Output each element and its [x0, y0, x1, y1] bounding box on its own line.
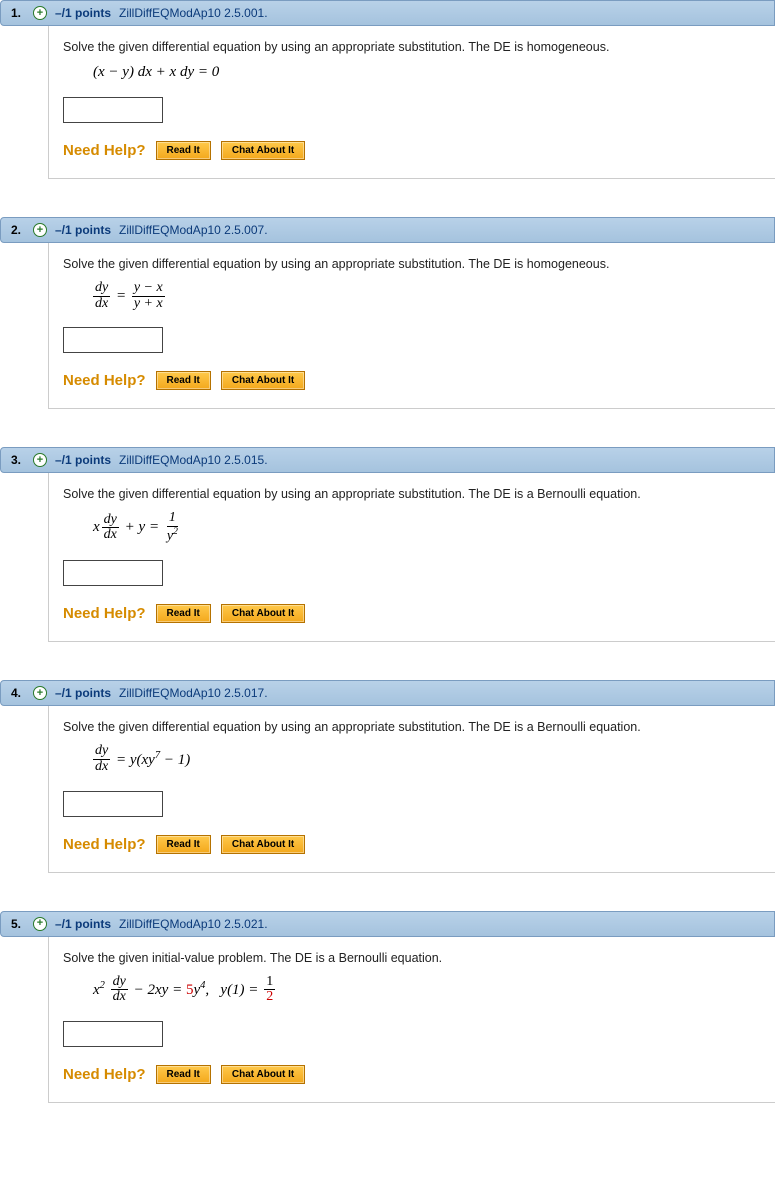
equation: xdydx + y = 1y2	[93, 511, 765, 544]
chat-about-it-button[interactable]: Chat About It	[221, 604, 305, 623]
question-prompt: Solve the given differential equation by…	[63, 487, 765, 501]
need-help-label: Need Help?	[63, 836, 146, 853]
answer-input[interactable]	[63, 97, 163, 123]
help-row: Need Help? Read It Chat About It	[63, 835, 765, 854]
question-number: 4.	[11, 686, 25, 700]
read-it-button[interactable]: Read It	[156, 371, 211, 390]
question-body: Solve the given differential equation by…	[48, 26, 775, 179]
equation: dydx = y(xy7 − 1)	[93, 744, 765, 774]
equation: x2 dydx − 2xy = 5y4, y(1) = 12	[93, 975, 765, 1005]
chat-about-it-button[interactable]: Chat About It	[221, 835, 305, 854]
question-number: 2.	[11, 223, 25, 237]
question-block: 1. + –/1 points ZillDiffEQModAp10 2.5.001. S…	[0, 0, 775, 179]
read-it-button[interactable]: Read It	[156, 141, 211, 160]
question-prompt: Solve the given initial-value problem. T…	[63, 951, 765, 965]
question-prompt: Solve the given differential equation by…	[63, 40, 765, 54]
question-header: 1. + –/1 points ZillDiffEQModAp10 2.5.001.	[0, 0, 775, 26]
equation: dydx = y − xy + x	[93, 281, 765, 311]
chat-about-it-button[interactable]: Chat About It	[221, 371, 305, 390]
question-body: Solve the given differential equation by…	[48, 706, 775, 872]
chat-about-it-button[interactable]: Chat About It	[221, 1065, 305, 1084]
read-it-button[interactable]: Read It	[156, 1065, 211, 1084]
need-help-label: Need Help?	[63, 372, 146, 389]
expand-icon[interactable]: +	[33, 686, 47, 700]
help-row: Need Help? Read It Chat About It	[63, 604, 765, 623]
chat-about-it-button[interactable]: Chat About It	[221, 141, 305, 160]
help-row: Need Help? Read It Chat About It	[63, 141, 765, 160]
expand-icon[interactable]: +	[33, 6, 47, 20]
read-it-button[interactable]: Read It	[156, 604, 211, 623]
points-label: –/1 points	[55, 453, 111, 467]
source-label: ZillDiffEQModAp10 2.5.021.	[119, 917, 268, 931]
question-body: Solve the given differential equation by…	[48, 473, 775, 642]
expand-icon[interactable]: +	[33, 917, 47, 931]
points-label: –/1 points	[55, 917, 111, 931]
points-label: –/1 points	[55, 686, 111, 700]
question-block: 3. + –/1 points ZillDiffEQModAp10 2.5.015. S…	[0, 447, 775, 642]
help-row: Need Help? Read It Chat About It	[63, 371, 765, 390]
points-label: –/1 points	[55, 6, 111, 20]
question-block: 5. + –/1 points ZillDiffEQModAp10 2.5.021. S…	[0, 911, 775, 1103]
source-label: ZillDiffEQModAp10 2.5.017.	[119, 686, 268, 700]
read-it-button[interactable]: Read It	[156, 835, 211, 854]
question-number: 3.	[11, 453, 25, 467]
answer-input[interactable]	[63, 560, 163, 586]
need-help-label: Need Help?	[63, 605, 146, 622]
need-help-label: Need Help?	[63, 1066, 146, 1083]
question-header: 2. + –/1 points ZillDiffEQModAp10 2.5.007.	[0, 217, 775, 243]
answer-input[interactable]	[63, 327, 163, 353]
question-header: 4. + –/1 points ZillDiffEQModAp10 2.5.017.	[0, 680, 775, 706]
expand-icon[interactable]: +	[33, 223, 47, 237]
answer-input[interactable]	[63, 1021, 163, 1047]
question-body: Solve the given initial-value problem. T…	[48, 937, 775, 1103]
expand-icon[interactable]: +	[33, 453, 47, 467]
need-help-label: Need Help?	[63, 142, 146, 159]
source-label: ZillDiffEQModAp10 2.5.007.	[119, 223, 268, 237]
question-block: 4. + –/1 points ZillDiffEQModAp10 2.5.017. S…	[0, 680, 775, 872]
answer-input[interactable]	[63, 791, 163, 817]
question-body: Solve the given differential equation by…	[48, 243, 775, 409]
points-label: –/1 points	[55, 223, 111, 237]
question-block: 2. + –/1 points ZillDiffEQModAp10 2.5.007. S…	[0, 217, 775, 409]
help-row: Need Help? Read It Chat About It	[63, 1065, 765, 1084]
question-prompt: Solve the given differential equation by…	[63, 257, 765, 271]
question-number: 1.	[11, 6, 25, 20]
question-number: 5.	[11, 917, 25, 931]
question-header: 3. + –/1 points ZillDiffEQModAp10 2.5.015.	[0, 447, 775, 473]
source-label: ZillDiffEQModAp10 2.5.001.	[119, 6, 268, 20]
source-label: ZillDiffEQModAp10 2.5.015.	[119, 453, 268, 467]
question-header: 5. + –/1 points ZillDiffEQModAp10 2.5.021.	[0, 911, 775, 937]
equation: (x − y) dx + x dy = 0	[93, 64, 765, 81]
question-prompt: Solve the given differential equation by…	[63, 720, 765, 734]
